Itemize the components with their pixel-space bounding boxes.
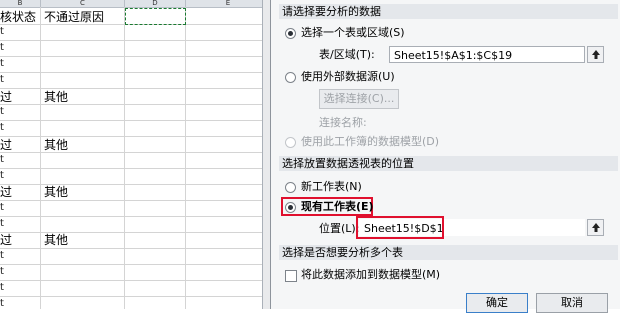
section-choose-data: 请选择要分析的数据 — [279, 4, 618, 19]
location-label: 位置(L): — [319, 222, 360, 235]
grid-line — [0, 56, 270, 57]
add-to-data-model-label[interactable]: 将此数据添加到数据模型(M) — [301, 268, 440, 281]
cell-b-row[interactable]: t — [0, 155, 4, 165]
radio-existing-worksheet-label[interactable]: 现有工作表(E) — [301, 200, 374, 213]
copy-selection-marquee — [125, 8, 186, 25]
grid-line — [0, 248, 270, 249]
grid-line — [0, 88, 270, 89]
collapse-dialog-icon[interactable] — [587, 219, 604, 236]
create-pivottable-dialog: 请选择要分析的数据 选择一个表或区域(S) 表/区域(T): Sheet15!$… — [270, 0, 620, 313]
radio-existing-worksheet[interactable] — [285, 202, 296, 213]
section-multiple-tables: 选择是否想要分析多个表 — [279, 245, 618, 260]
cell-b-row[interactable]: t — [0, 59, 4, 69]
grid-line — [0, 168, 270, 169]
cell-c-row[interactable]: 其他 — [44, 138, 68, 152]
radio-select-table-label[interactable]: 选择一个表或区域(S) — [301, 26, 405, 39]
cell-b-row[interactable]: t — [0, 43, 4, 53]
radio-data-model-label[interactable]: 使用此工作簿的数据模型(D) — [301, 135, 439, 148]
grid-line — [0, 104, 270, 105]
radio-new-worksheet-label[interactable]: 新工作表(N) — [301, 180, 362, 193]
grid-line — [0, 200, 270, 201]
grid-line — [0, 232, 270, 233]
cell-c1[interactable]: 不通过原因 — [44, 10, 104, 24]
cell-b-row[interactable]: t — [0, 299, 4, 309]
radio-select-table[interactable] — [285, 28, 296, 39]
highlight-location — [356, 216, 444, 239]
choose-connection-button[interactable]: 选择连接(C)... — [319, 89, 399, 109]
cell-b-row[interactable]: 过 — [0, 233, 12, 247]
table-range-label: 表/区域(T): — [319, 48, 375, 61]
cell-c-row[interactable]: 其他 — [44, 90, 68, 104]
cell-b-row[interactable]: t — [0, 251, 4, 261]
grid-line — [0, 280, 270, 281]
column-header-d[interactable]: D — [125, 0, 186, 8]
cell-b-row[interactable]: 过 — [0, 138, 12, 152]
cell-b-row[interactable]: t — [0, 75, 4, 85]
cell-c-row[interactable]: 其他 — [44, 185, 68, 199]
grid-line — [0, 72, 270, 73]
radio-external-source[interactable] — [285, 72, 296, 83]
grid-line — [0, 264, 270, 265]
connection-name-label: 连接名称: — [319, 116, 367, 129]
grid-line — [0, 152, 270, 153]
cell-b-row[interactable]: 过 — [0, 185, 12, 199]
cell-b-row[interactable]: 过 — [0, 90, 12, 104]
cancel-button[interactable]: 取消 — [536, 293, 608, 313]
ok-button[interactable]: 确定 — [466, 293, 528, 313]
radio-new-worksheet[interactable] — [285, 182, 296, 193]
cell-b-row[interactable]: t — [0, 203, 4, 213]
section-choose-location: 选择放置数据透视表的位置 — [279, 156, 618, 171]
column-header-e[interactable]: E — [186, 0, 270, 8]
grid-line — [0, 216, 270, 217]
cell-b-row[interactable]: t — [0, 123, 4, 133]
cell-b-row[interactable]: t — [0, 219, 4, 229]
add-to-data-model-checkbox[interactable] — [285, 270, 297, 282]
cell-b-row[interactable]: t — [0, 27, 4, 37]
grid-line — [0, 136, 270, 137]
column-header-c[interactable]: C — [41, 0, 125, 8]
grid-line — [0, 184, 270, 185]
radio-data-model[interactable] — [285, 137, 296, 148]
collapse-dialog-icon[interactable] — [587, 46, 604, 63]
cell-b1[interactable]: 核状态 — [0, 10, 36, 24]
grid-line — [0, 296, 270, 297]
radio-external-source-label[interactable]: 使用外部数据源(U) — [301, 70, 395, 83]
spreadsheet-grid[interactable]: B C D E 核状态 不通过原因 过 其他 过 其他 过 其他 过 其他 tt… — [0, 0, 270, 309]
cell-b-row[interactable]: t — [0, 267, 4, 277]
cell-b-row[interactable]: t — [0, 107, 4, 117]
table-range-input[interactable]: Sheet15!$A$1:$C$19 — [389, 46, 585, 63]
column-header-b[interactable]: B — [0, 0, 41, 8]
cell-c-row[interactable]: 其他 — [44, 233, 68, 247]
grid-line — [0, 40, 270, 41]
cell-b-row[interactable]: t — [0, 171, 4, 181]
grid-line — [0, 120, 270, 121]
cell-b-row[interactable]: t — [0, 283, 4, 293]
